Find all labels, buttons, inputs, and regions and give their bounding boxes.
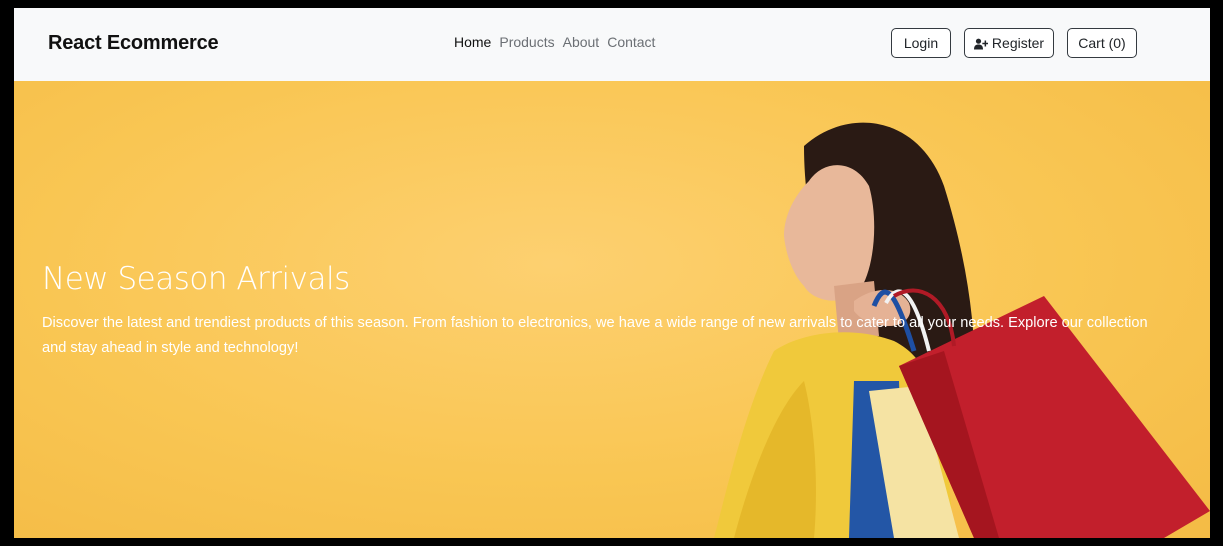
- user-plus-icon: [973, 37, 989, 50]
- nav-link-contact[interactable]: Contact: [607, 34, 655, 50]
- hero-banner: New Season Arrivals Discover the latest …: [14, 81, 1210, 538]
- brand-logo[interactable]: React Ecommerce: [48, 32, 219, 55]
- cart-button-label: Cart (0): [1078, 35, 1126, 51]
- browser-viewport: React Ecommerce Home Products About Cont…: [14, 8, 1210, 538]
- nav-link-home[interactable]: Home: [454, 34, 491, 50]
- nav-links: Home Products About Contact: [454, 34, 655, 50]
- login-button-label: Login: [903, 35, 939, 51]
- navbar: React Ecommerce Home Products About Cont…: [14, 8, 1210, 81]
- cart-button[interactable]: Cart (0): [1067, 28, 1137, 58]
- hero-description: Discover the latest and trendiest produc…: [42, 315, 1148, 356]
- nav-link-about[interactable]: About: [563, 34, 600, 50]
- hero-image: [714, 122, 1210, 538]
- register-button[interactable]: Register: [964, 28, 1054, 58]
- hero-title: New Season Arrivals: [42, 261, 350, 297]
- register-button-label: Register: [991, 35, 1045, 51]
- nav-link-products[interactable]: Products: [499, 34, 554, 50]
- login-button[interactable]: Login: [891, 28, 951, 58]
